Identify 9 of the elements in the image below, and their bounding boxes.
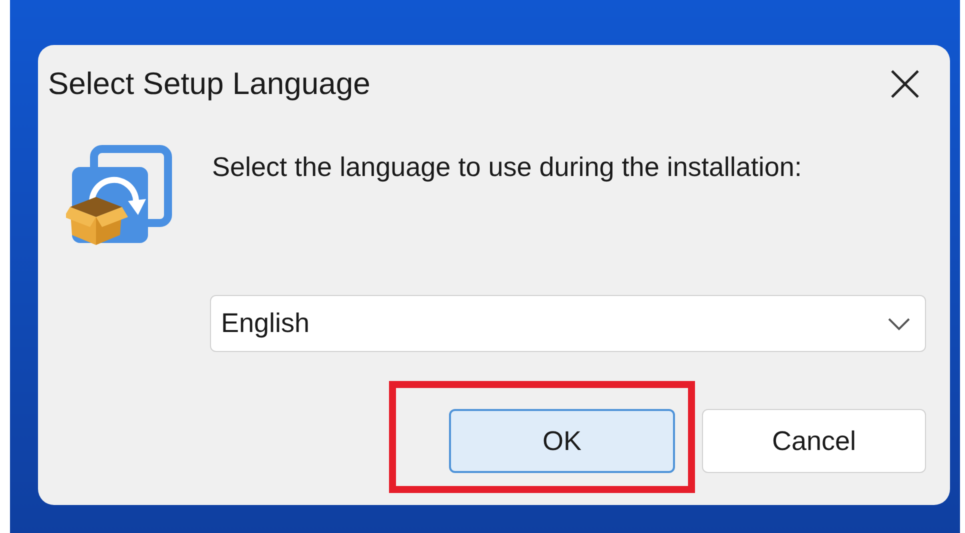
dialog-button[interactable]: Cancel xyxy=(702,409,926,473)
language-dropdown[interactable]: English xyxy=(210,295,926,352)
app-icon xyxy=(66,145,172,247)
close-icon[interactable] xyxy=(890,69,920,99)
chevron-down-icon xyxy=(887,316,911,330)
instruction-text: Select the language to use during the installation: xyxy=(212,151,802,184)
window-title: Select Setup Language xyxy=(48,64,370,103)
dialog-button[interactable]: OK xyxy=(449,409,675,473)
dropdown-value: English xyxy=(221,307,310,340)
